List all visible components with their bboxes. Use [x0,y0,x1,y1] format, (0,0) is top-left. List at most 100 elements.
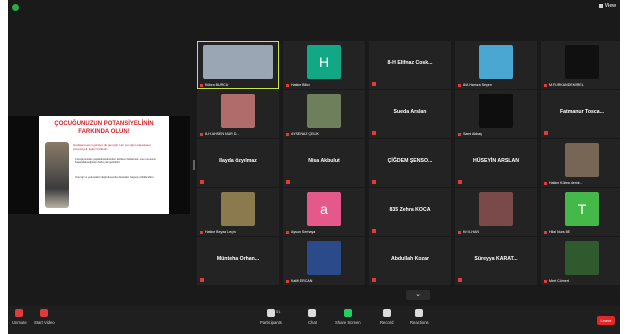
participant-label: 8/A Hamza Seçen [458,83,534,87]
reactions-button[interactable]: Reactions [410,309,429,325]
participant-tile[interactable]: 8/A Hamza Seçen [455,41,537,89]
avatar-letter: H [307,45,341,79]
participant-display-name: Sami Akbaş [463,132,482,136]
participant-tile[interactable]: a Aysun Serhaya [283,188,365,236]
participant-display-name: Hilal Nurs 8E [549,230,570,234]
participant-display-name: Hatice Bilici [291,83,310,87]
participant-display-name: Aysun Serhaya [291,230,316,234]
participant-display-name: 8/A Hamza Seçen [463,83,492,87]
participant-tile[interactable]: Hatice Kübra demir... [541,139,620,187]
participants-icon [266,309,275,317]
grid-view-icon [598,3,603,8]
record-label: Record [380,320,394,325]
unmute-button[interactable]: Unmute [12,309,27,325]
muted-mic-icon [544,181,547,185]
profile-picture [479,94,513,128]
participant-tile[interactable]: Kalifi ERCAN [283,237,365,285]
shared-screen-area: ÇOCUĞUNUZUN POTANSİYELİNİN FARKINDA OLUN… [8,116,190,214]
participant-tile[interactable]: 8-H AHSEN NUR D... [197,90,279,138]
participant-label: 8-H AHSEN NUR D... [200,132,276,136]
participant-label: Hatice Kübra demir... [544,181,620,185]
record-icon [382,309,391,317]
participant-display-name: Kalifi ERCAN [291,279,313,283]
participant-tile[interactable]: 835 Zehra KOCA [369,188,451,236]
chat-label: Chat [308,320,317,325]
chat-button[interactable]: Chat [308,309,317,325]
participant-tile[interactable]: HÜSEYİN ARSLAN [455,139,537,187]
participant-tile[interactable]: Münteha Orhan... [197,237,279,285]
profile-picture [221,192,255,226]
participant-name: Fatmanur Tosca... [559,109,604,115]
record-button[interactable]: Record [380,309,394,325]
start-video-label: Start Video [34,320,55,325]
participant-label: Mert Cömert [544,279,620,283]
leave-label: Leave [600,318,612,323]
participant-display-name: Hatice Kübra demir... [549,181,583,185]
participant-tile[interactable]: H Hatice Bilici [283,41,365,89]
participant-name: Nisa Akbulut [308,158,340,164]
participants-label: Participants [260,320,282,325]
participant-label: Sami Akbaş [458,132,534,136]
profile-picture [307,241,341,275]
avatar-letter: T [565,192,599,226]
slide-subtitle: Güdülenmenin görülen ilk gerçeği: Her ço… [73,143,152,151]
video-off-icon [40,309,49,317]
muted-mic-icon [286,180,290,184]
slide-title-line2: FARKINDA OLUN! [78,129,130,135]
profile-picture [221,94,255,128]
muted-mic-icon [544,230,547,234]
muted-mic-icon [372,229,376,233]
profile-picture [479,192,513,226]
avatar-letter: a [307,192,341,226]
muted-mic-icon [200,83,203,87]
encryption-shield-icon[interactable] [12,4,19,11]
leave-button[interactable]: Leave [597,316,615,325]
muted-mic-icon [286,132,289,136]
participant-display-name: Kri İLHAN [463,230,479,234]
meeting-toolbar: Unmute Start Video 51 Participants Chat S… [8,306,620,334]
muted-mic-icon [286,230,289,234]
start-video-button[interactable]: Start Video [34,309,55,325]
microphone-muted-icon [15,309,24,317]
participant-tile[interactable]: Hatice Beyza Leçin [197,188,279,236]
participant-name: Sueda Arslan [393,109,427,115]
participant-video [203,45,273,79]
muted-mic-icon [372,82,376,86]
participant-label: Hatice Bilici [286,83,362,87]
share-screen-button[interactable]: Share Screen [335,309,361,325]
participant-name: HÜSEYİN ARSLAN [473,158,519,164]
participant-tile[interactable]: Ilayda özyılmaz [197,139,279,187]
profile-picture [565,241,599,275]
muted-mic-icon [458,180,462,184]
participant-tile[interactable]: Sueda Arslan [369,90,451,138]
split-divider-handle[interactable] [193,160,195,170]
participant-display-name: Mert Cömert [549,279,569,283]
participant-tile[interactable]: Kübra BURCU [197,41,279,89]
participant-tile[interactable]: M.FURKANDEMIREL [541,41,620,89]
participant-tile[interactable]: Abdullah Kozar [369,237,451,285]
participant-tile[interactable]: Sami Akbaş [455,90,537,138]
chat-icon [308,309,317,317]
participant-label: Kübra BURCU [200,83,276,87]
participant-name: Münteha Orhan... [216,256,260,262]
participant-label: Hilal Nurs 8E [544,230,620,234]
participant-tile[interactable]: Kri İLHAN [455,188,537,236]
view-button[interactable]: View [598,3,616,9]
share-screen-label: Share Screen [335,320,361,325]
muted-mic-icon [372,180,376,184]
participant-tile[interactable]: Süreyya KARAT... [455,237,537,285]
profile-picture [307,94,341,128]
participant-label: Hatice Beyza Leçin [200,230,276,234]
muted-mic-icon [286,279,289,283]
participant-tile[interactable]: Fatmanur Tosca... [541,90,620,138]
participants-button[interactable]: 51 Participants [260,309,282,325]
participant-tile[interactable]: Mert Cömert [541,237,620,285]
participant-tile[interactable]: T Hilal Nurs 8E [541,188,620,236]
muted-mic-icon [544,279,547,283]
reactions-icon [415,309,424,317]
participant-tile[interactable]: 8-H Elifnaz Cosk... [369,41,451,89]
participant-tile[interactable]: AYSENAZ ÇELİK [283,90,365,138]
participant-tile[interactable]: ÇİĞDEM ŞENSO... [369,139,451,187]
collapse-chevron-icon[interactable]: ⌄ [406,290,430,300]
participant-tile[interactable]: Nisa Akbulut [283,139,365,187]
